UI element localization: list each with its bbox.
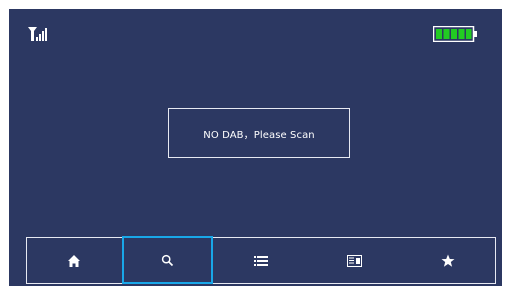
- nav-favorites-button[interactable]: [401, 238, 495, 283]
- list-icon: [253, 255, 268, 266]
- search-icon: [161, 254, 173, 267]
- radio-screen: NO DAB，Please Scan: [9, 9, 502, 286]
- signal-strength-icon: [28, 27, 47, 41]
- nav-station-scan-button[interactable]: [308, 238, 402, 283]
- no-dab-message-text: NO DAB，Please Scan: [203, 129, 315, 141]
- nav-list-button[interactable]: [214, 238, 308, 283]
- home-icon: [67, 254, 80, 267]
- no-dab-message: NO DAB，Please Scan: [168, 108, 350, 158]
- nav-home-button[interactable]: [27, 238, 121, 283]
- station-scan-icon: [347, 254, 363, 267]
- favorite-star-icon: [441, 254, 455, 267]
- status-bar: [9, 9, 502, 49]
- nav-search-button[interactable]: [121, 236, 215, 284]
- battery-full-icon: [433, 26, 477, 42]
- bottom-nav-bar: [26, 236, 496, 284]
